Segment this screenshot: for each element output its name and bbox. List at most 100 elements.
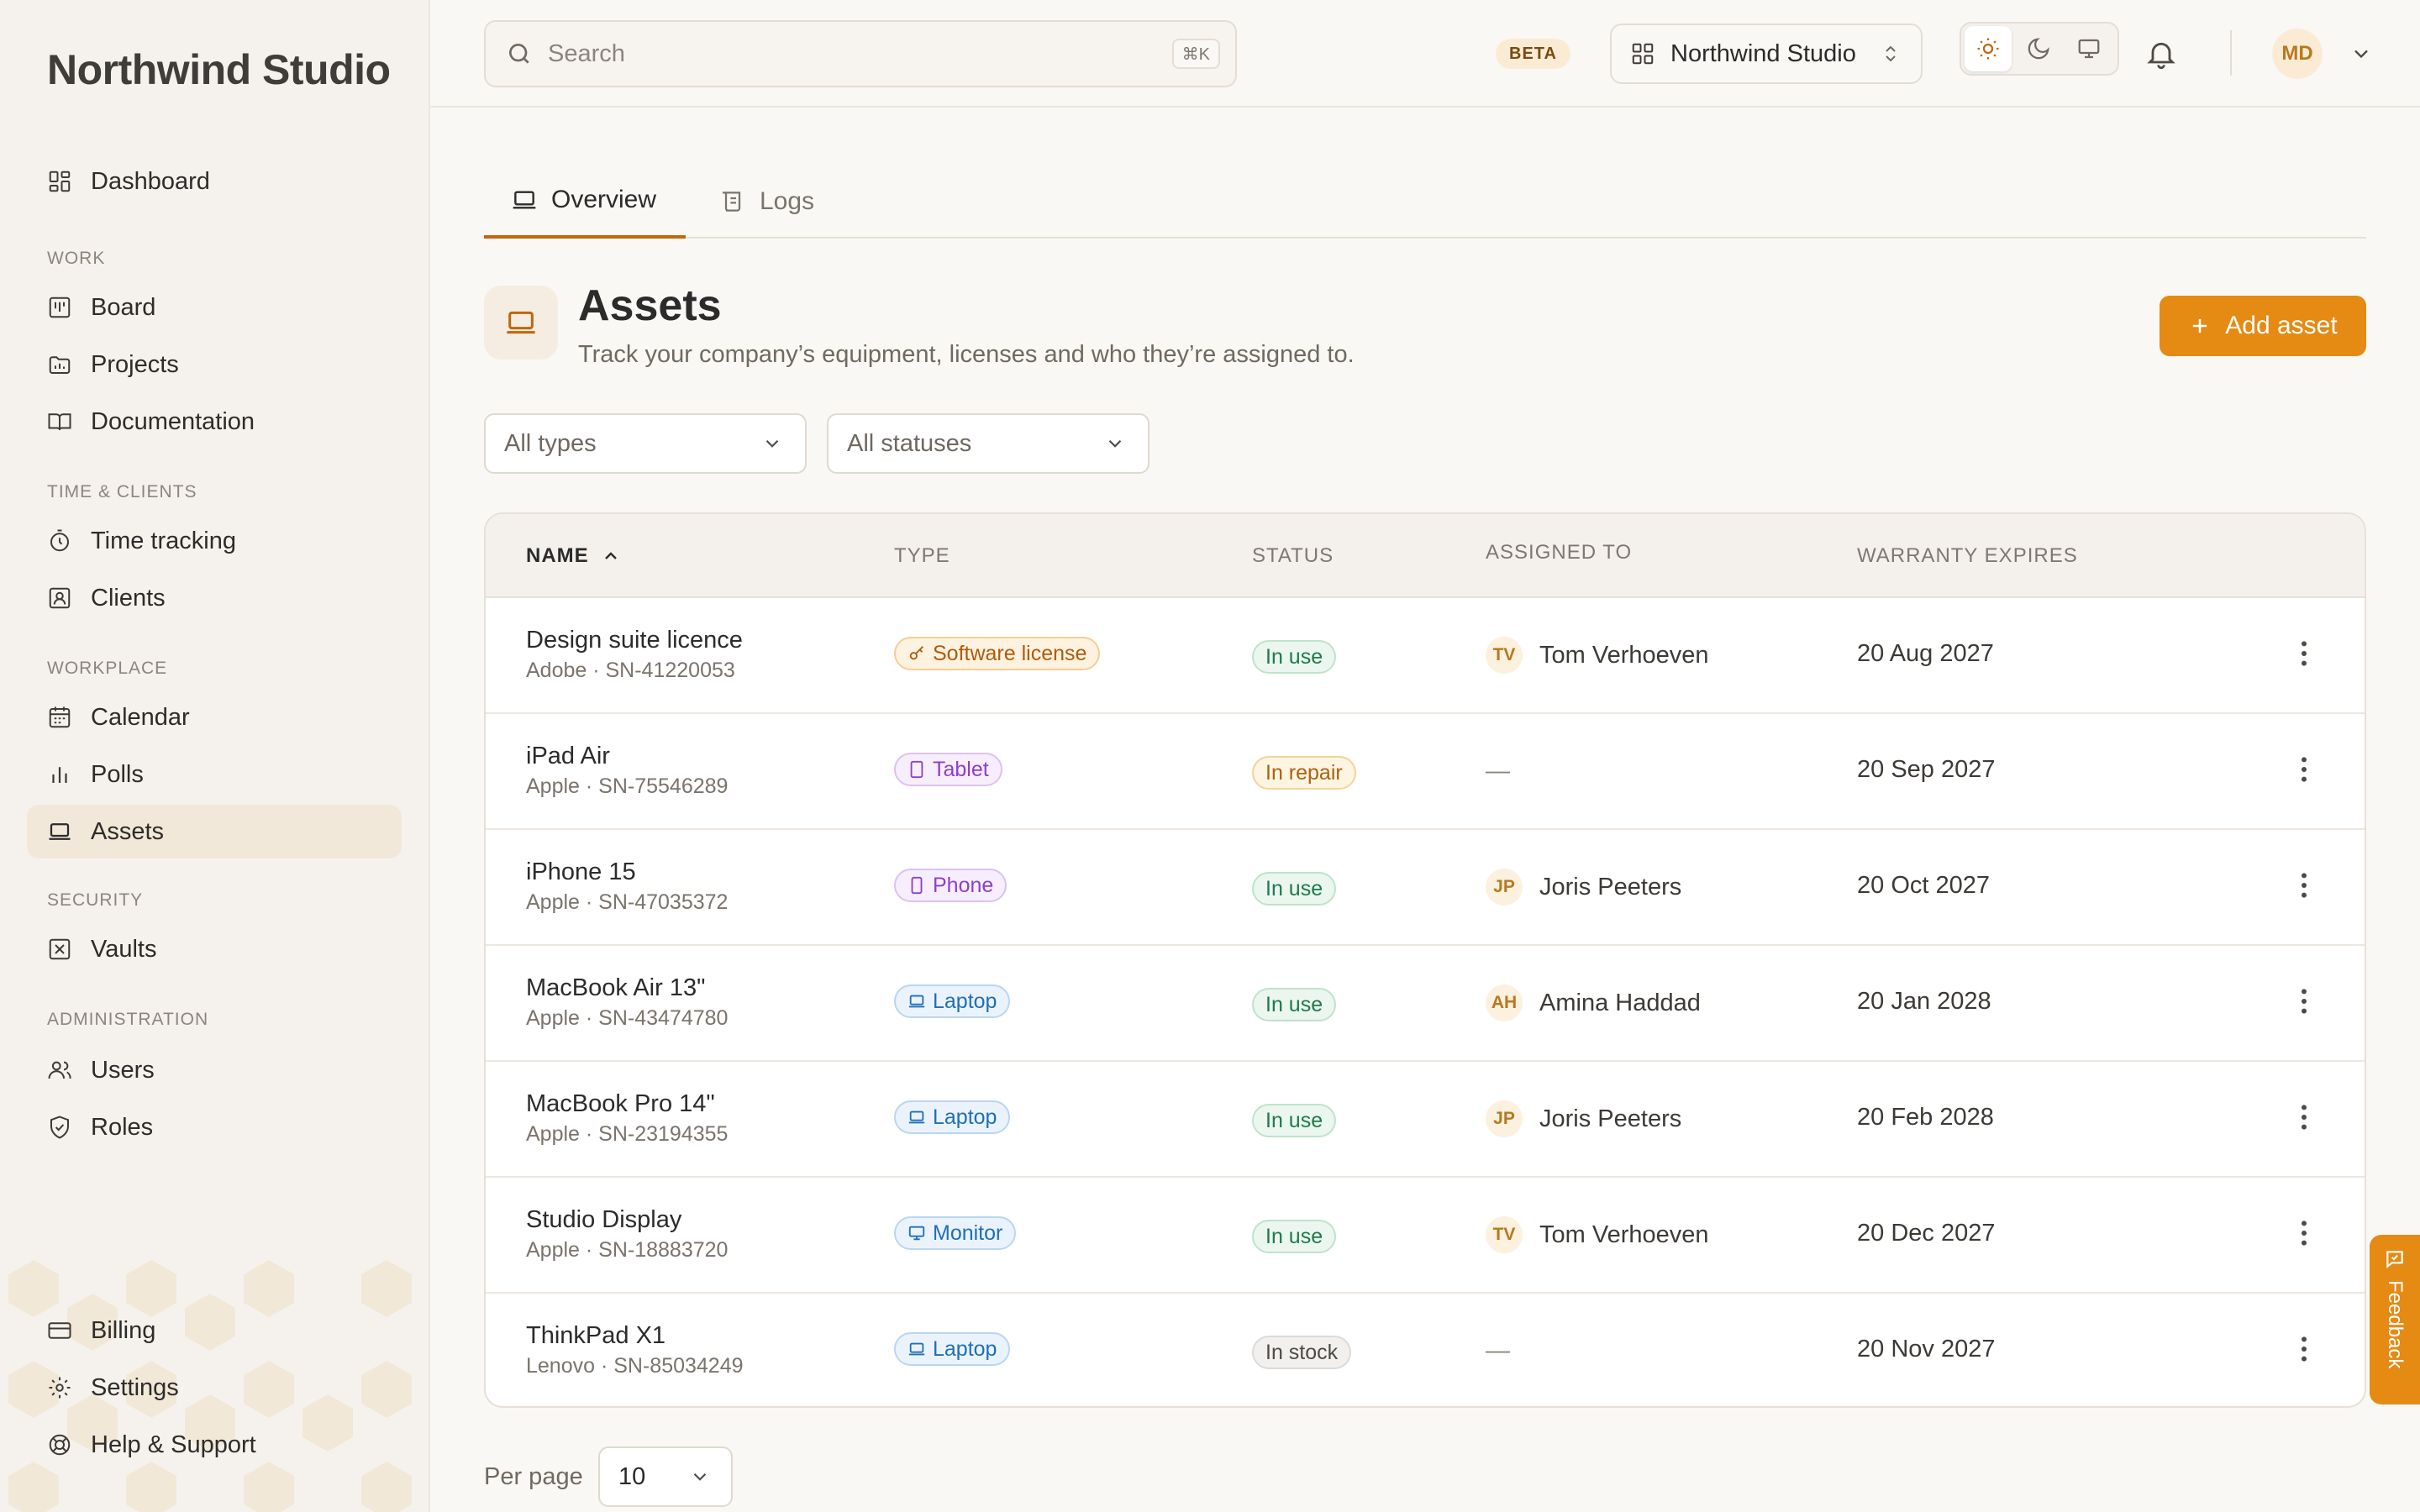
laptop-icon — [513, 191, 536, 209]
sidebar-item-calendar[interactable]: Calendar — [27, 690, 402, 744]
sidebar-item-projects[interactable]: Projects — [27, 338, 402, 391]
shield-check-icon — [50, 1116, 69, 1139]
table-row[interactable]: Studio Display Apple · SN-18883720 Monit… — [486, 1178, 2365, 1294]
search-box[interactable]: ⌘K — [484, 20, 1237, 87]
assets-table: NAME TYPE STATUS ASSIGNED TO WARRANTY EX… — [484, 512, 2366, 1408]
warranty-date: 20 Feb 2028 — [1857, 1104, 1994, 1131]
brand-logo[interactable]: Northwind Studio — [47, 45, 391, 94]
status-badge: In use — [1252, 872, 1337, 906]
status-badge: In use — [1252, 1220, 1337, 1253]
chevron-down-icon[interactable] — [2349, 42, 2373, 66]
sidebar-item-polls[interactable]: Polls — [27, 748, 402, 801]
more-vertical-icon[interactable] — [2287, 1100, 2321, 1134]
sidebar-item-dashboard[interactable]: Dashboard — [27, 155, 402, 208]
lifebuoy-icon — [49, 1434, 71, 1456]
phone-icon — [911, 876, 923, 895]
status-filter-select[interactable]: All statuses — [827, 413, 1150, 474]
bell-icon[interactable] — [2144, 37, 2178, 71]
sidebar-item-help-support[interactable]: Help & Support — [27, 1418, 402, 1472]
table-row[interactable]: iPad Air Apple · SN-75546289 Tablet In r… — [486, 714, 2365, 830]
sidebar-item-users[interactable]: Users — [27, 1043, 402, 1097]
beta-badge: BETA — [1496, 39, 1570, 69]
app-root: Northwind Studio Dashboard WORK Board Pr… — [0, 0, 2420, 1512]
per-page-value: 10 — [618, 1462, 646, 1490]
tab-label: Overview — [551, 186, 657, 213]
assignee-name: Joris Peeters — [1539, 1105, 1682, 1132]
table-row[interactable]: MacBook Air 13" Apple · SN-43474780 Lapt… — [486, 946, 2365, 1062]
chevron-up-down-icon — [1886, 45, 1896, 62]
sidebar-item-clients[interactable]: Clients — [27, 571, 402, 625]
key-icon — [909, 646, 923, 660]
table-row[interactable]: ThinkPad X1 Lenovo · SN-85034249 Laptop … — [486, 1294, 2365, 1406]
column-header-assigned-to[interactable]: ASSIGNED TO — [1486, 541, 1632, 564]
assignee-name: Tom Verhoeven — [1539, 641, 1709, 669]
assignee: JP Joris Peeters — [1486, 869, 1681, 906]
column-header-name[interactable]: NAME — [526, 544, 621, 568]
board-icon — [49, 297, 71, 318]
column-header-warranty-expires[interactable]: WARRANTY EXPIRES — [1857, 544, 2078, 568]
workspace-switcher[interactable]: Northwind Studio — [1610, 24, 1923, 84]
asset-vendor-serial: Apple · SN-75546289 — [526, 774, 729, 798]
per-page-select[interactable]: 10 — [598, 1446, 733, 1507]
more-vertical-icon[interactable] — [2287, 1332, 2321, 1366]
more-vertical-icon[interactable] — [2287, 637, 2321, 670]
grid-icon — [1632, 43, 1654, 65]
page-tabs: Overview Logs — [484, 165, 2366, 239]
asset-name[interactable]: MacBook Pro 14" — [526, 1090, 715, 1118]
laptop-icon — [908, 1110, 925, 1124]
type-label: Phone — [933, 873, 994, 897]
warranty-date: 20 Aug 2027 — [1857, 640, 1994, 667]
plus-icon — [2193, 318, 2207, 333]
users-icon — [48, 1061, 71, 1079]
feedback-tab[interactable]: Feedback — [2370, 1235, 2420, 1404]
asset-name[interactable]: iPad Air — [526, 743, 610, 770]
asset-name[interactable]: ThinkPad X1 — [526, 1322, 666, 1350]
asset-name[interactable]: iPhone 15 — [526, 858, 636, 886]
type-badge: Laptop — [894, 1100, 1011, 1134]
type-label: Laptop — [933, 1336, 997, 1361]
sidebar-item-board[interactable]: Board — [27, 281, 402, 334]
asset-name[interactable]: Design suite licence — [526, 627, 743, 654]
asset-name[interactable]: MacBook Air 13" — [526, 974, 705, 1002]
sidebar-item-billing[interactable]: Billing — [27, 1304, 402, 1357]
status-badge: In repair — [1252, 756, 1356, 790]
sidebar-item-label: Projects — [91, 350, 179, 378]
theme-system-button[interactable] — [2065, 26, 2112, 71]
type-badge: Laptop — [894, 1332, 1011, 1366]
assignee-avatar: TV — [1486, 637, 1523, 674]
more-vertical-icon[interactable] — [2287, 869, 2321, 902]
add-asset-button[interactable]: Add asset — [2160, 296, 2366, 356]
sidebar-item-settings[interactable]: Settings — [27, 1361, 402, 1415]
column-header-type[interactable]: TYPE — [894, 544, 950, 568]
sidebar-item-assets[interactable]: Assets — [27, 805, 402, 858]
asset-name[interactable]: Studio Display — [526, 1206, 681, 1234]
table-row[interactable]: Design suite licence Adobe · SN-41220053… — [486, 598, 2365, 714]
table-row[interactable]: iPhone 15 Apple · SN-47035372 Phone In u… — [486, 830, 2365, 946]
type-filter-select[interactable]: All types — [484, 413, 807, 474]
more-vertical-icon[interactable] — [2287, 1216, 2321, 1250]
search-input[interactable] — [548, 39, 1136, 68]
sidebar-item-vaults[interactable]: Vaults — [27, 922, 402, 976]
assignee: TV Tom Verhoeven — [1486, 1216, 1709, 1253]
theme-light-button[interactable] — [1965, 26, 2012, 71]
sidebar-item-label: Help & Support — [91, 1431, 256, 1458]
theme-dark-button[interactable] — [2015, 26, 2062, 71]
contact-card-icon — [49, 587, 71, 609]
sidebar-item-label: Vaults — [91, 935, 157, 963]
workspace-name: Northwind Studio — [1670, 39, 1856, 67]
table-row[interactable]: MacBook Pro 14" Apple · SN-23194355 Lapt… — [486, 1062, 2365, 1178]
sidebar-item-documentation[interactable]: Documentation — [27, 395, 402, 449]
more-vertical-icon[interactable] — [2287, 753, 2321, 786]
user-avatar[interactable]: MD — [2272, 29, 2323, 79]
column-header-status[interactable]: STATUS — [1252, 544, 1334, 568]
tab-overview[interactable]: Overview — [484, 165, 686, 239]
sidebar-item-label: Clients — [91, 584, 166, 612]
type-label: Laptop — [933, 989, 997, 1013]
assignee-name: Tom Verhoeven — [1539, 1221, 1709, 1248]
tab-logs[interactable]: Logs — [692, 165, 841, 239]
status-badge: In use — [1252, 640, 1337, 674]
laptop-icon — [908, 1342, 925, 1356]
sidebar-item-roles[interactable]: Roles — [27, 1100, 402, 1154]
sidebar-item-time-tracking[interactable]: Time tracking — [27, 514, 402, 568]
more-vertical-icon[interactable] — [2287, 984, 2321, 1018]
